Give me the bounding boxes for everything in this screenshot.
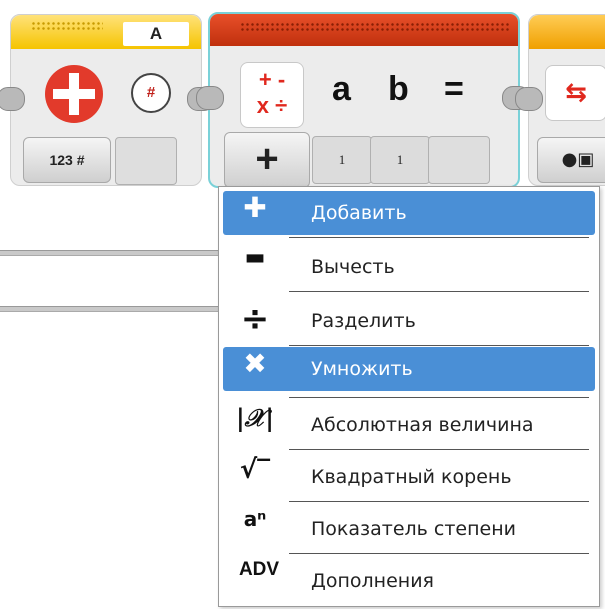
menu-divider — [289, 553, 589, 554]
sensor-block[interactable]: A # 123 # — [0, 14, 215, 186]
input-connector[interactable] — [0, 87, 25, 111]
input-connector[interactable] — [515, 87, 543, 111]
input-connector[interactable] — [196, 86, 224, 110]
input-b-value[interactable]: 1 — [370, 136, 430, 184]
menu-item-subtract[interactable]: ▬ Вычесть — [223, 245, 595, 289]
absolute-value-icon: |𝒳| — [235, 403, 275, 432]
multiply-icon: ✖ — [243, 347, 267, 380]
operation-selector[interactable]: + — [224, 132, 310, 188]
divide-icon: ÷ — [240, 299, 270, 339]
menu-item-label: Добавить — [311, 202, 407, 224]
menu-divider — [289, 291, 589, 292]
advanced-icon: ADV — [238, 559, 280, 580]
menu-item-label: Умножить — [311, 358, 413, 380]
measure-mode-icon: # — [131, 73, 171, 113]
menu-item-label: Вычесть — [311, 256, 395, 278]
menu-divider — [289, 501, 589, 502]
plus-icon: ✚ — [243, 191, 267, 224]
menu-divider — [289, 449, 589, 450]
menu-item-label: Разделить — [311, 310, 416, 332]
menu-item-label: Квадратный корень — [311, 466, 512, 488]
square-root-icon: √‾ — [239, 455, 271, 485]
drag-grip[interactable] — [31, 21, 103, 31]
sensor-block-header: A — [11, 15, 201, 49]
minus-icon: ▬ — [244, 245, 266, 270]
menu-divider — [289, 237, 589, 238]
math-block[interactable]: + - x ÷ a b = + 1 1 — [196, 12, 530, 188]
menu-item-label: Абсолютная величина — [311, 414, 534, 436]
compare-icon: ⇆ — [545, 65, 605, 121]
menu-item-divide[interactable]: ÷ Разделить — [223, 299, 595, 343]
param-b-label: b — [388, 70, 409, 108]
output-value-tab[interactable] — [115, 137, 177, 185]
exponent-icon: aⁿ — [243, 507, 267, 531]
menu-item-square-root[interactable]: √‾ Квадратный корень — [223, 455, 595, 499]
sequence-wire — [0, 306, 218, 312]
port-selector[interactable]: A — [123, 22, 189, 46]
mode-selector[interactable]: 123 # — [23, 137, 111, 183]
menu-divider — [289, 397, 589, 398]
math-operation-menu: ✚ Добавить ▬ Вычесть ÷ Разделить ✖ Умнож… — [218, 186, 600, 607]
menu-item-label: Показатель степени — [311, 518, 517, 540]
result-output-tab[interactable] — [428, 136, 490, 184]
math-block-header — [210, 14, 518, 46]
param-a-label: a — [332, 70, 351, 108]
input-a-value[interactable]: 1 — [312, 136, 372, 184]
menu-item-multiply[interactable]: ✖ Умножить — [223, 347, 595, 391]
menu-item-exponent[interactable]: aⁿ Показатель степени — [223, 507, 595, 551]
next-block-header — [529, 15, 605, 49]
menu-item-absolute-value[interactable]: |𝒳| Абсолютная величина — [223, 403, 595, 447]
next-block[interactable]: ⇆ ●▣ — [515, 14, 605, 186]
math-operations-icon: + - x ÷ — [240, 62, 304, 128]
sequence-wire — [0, 250, 218, 256]
menu-item-advanced[interactable]: ADV Дополнения — [223, 559, 595, 603]
equals-label: = — [444, 70, 464, 108]
menu-item-add[interactable]: ✚ Добавить — [223, 191, 595, 235]
menu-item-label: Дополнения — [311, 570, 434, 592]
menu-divider — [289, 345, 589, 346]
motor-rotation-sensor-icon — [45, 65, 103, 123]
mode-selector[interactable]: ●▣ — [537, 137, 605, 183]
drag-grip[interactable] — [240, 22, 510, 32]
